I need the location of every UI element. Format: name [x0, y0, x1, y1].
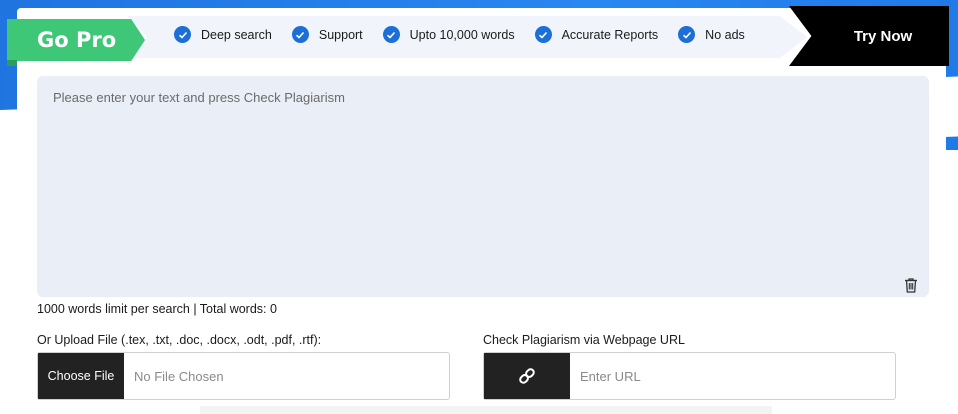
feature-list: Deep search Support Upto 10,000 words Ac… — [174, 26, 765, 43]
feature-label: Support — [318, 27, 363, 42]
check-circle-icon — [382, 26, 400, 43]
check-circle-icon — [174, 26, 191, 43]
upload-label: Or Upload File (.tex, .txt, .doc, .docx,… — [37, 333, 322, 347]
file-status-text: No File Chosen — [134, 368, 224, 384]
link-icon[interactable] — [484, 353, 570, 399]
url-label: Check Plagiarism via Webpage URL — [483, 333, 685, 347]
url-field — [483, 352, 896, 400]
feature-item: Deep search — [174, 26, 272, 43]
feature-item: Upto 10,000 words — [382, 26, 515, 43]
go-pro-ribbon-fold — [7, 60, 17, 66]
url-input[interactable] — [570, 353, 895, 399]
word-count-text: 1000 words limit per search | Total word… — [37, 302, 277, 316]
pro-banner: Go Pro Deep search Support Upto 10,000 w… — [7, 6, 949, 66]
bottom-divider — [200, 406, 772, 414]
trash-icon[interactable] — [902, 276, 920, 294]
check-circle-icon — [678, 26, 696, 43]
check-circle-icon — [534, 26, 552, 43]
feature-label: No ads — [705, 27, 745, 42]
go-pro-label: Go Pro — [7, 19, 145, 61]
text-input[interactable] — [53, 90, 913, 270]
choose-file-button[interactable]: Choose File — [38, 353, 124, 399]
check-circle-icon — [291, 26, 309, 43]
feature-item: No ads — [678, 26, 745, 43]
feature-item: Accurate Reports — [534, 26, 659, 43]
feature-label: Upto 10,000 words — [409, 27, 515, 42]
feature-label: Accurate Reports — [561, 27, 659, 42]
text-editor — [37, 76, 929, 297]
feature-label: Deep search — [201, 27, 272, 42]
feature-item: Support — [291, 26, 363, 43]
try-now-button[interactable]: Try Now — [789, 6, 949, 66]
file-upload-field: Choose File No File Chosen — [37, 352, 450, 400]
